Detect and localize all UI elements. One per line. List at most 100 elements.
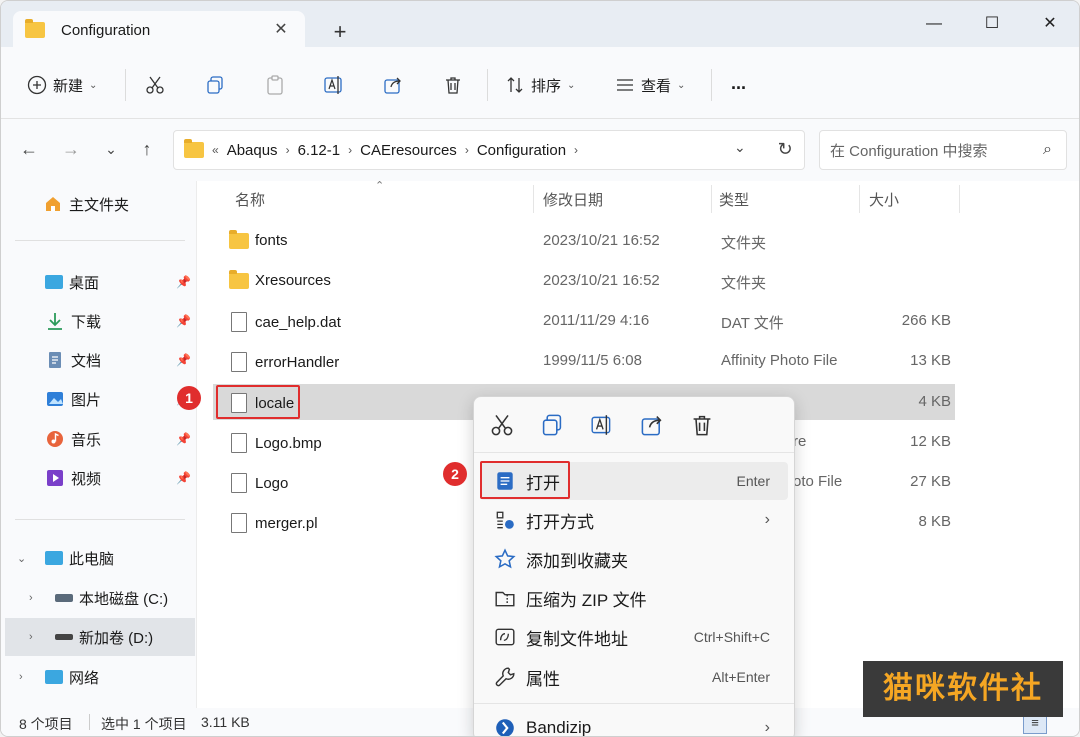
paste-button[interactable] (265, 69, 285, 101)
delete-button[interactable] (443, 69, 463, 101)
sidebar-item-this-pc[interactable]: ⌄ 此电脑 (1, 539, 197, 577)
column-header-name[interactable]: 名称 (235, 189, 265, 210)
chevron-right-icon[interactable]: › (19, 671, 23, 683)
sidebar-item-drive-c[interactable]: › 本地磁盘 (C:) (1, 579, 197, 617)
maximize-button[interactable]: ☐ (969, 9, 1015, 39)
document-icon (49, 352, 61, 368)
context-menu-bandizip[interactable]: Bandizip › (480, 709, 788, 736)
chevron-right-icon[interactable]: › (29, 631, 33, 643)
sidebar-item-videos[interactable]: 视频 📌 (1, 459, 197, 497)
table-row[interactable]: errorHandler 1999/11/5 6:08 Affinity Pho… (215, 343, 955, 379)
file-name-text: Logo.bmp (255, 434, 322, 452)
item-count: 8 个项目 (19, 716, 73, 732)
more-options-button[interactable]: ... (731, 67, 746, 99)
menu-item-label: 添加到收藏夹 (526, 551, 628, 571)
context-menu-add-favorite[interactable]: 添加到收藏夹 (480, 540, 788, 578)
sidebar-item-network[interactable]: › 网络 (1, 658, 197, 696)
file-icon (231, 513, 247, 533)
address-bar[interactable]: « Abaqus › 6.12-1 › CAEresources › Confi… (173, 130, 805, 170)
copy-icon[interactable] (540, 413, 564, 437)
search-icon[interactable]: ⌕ (1043, 141, 1052, 159)
column-divider[interactable] (533, 185, 534, 213)
breadcrumb-caeresources[interactable]: CAEresources (360, 142, 457, 159)
chevron-right-icon[interactable]: › (29, 592, 33, 604)
file-type: 文件夹 (721, 275, 767, 292)
share-icon[interactable] (640, 413, 664, 437)
file-type: Affinity Photo File (721, 352, 838, 369)
sidebar-item-label: 音乐 (71, 431, 102, 449)
chevron-right-icon[interactable]: › (574, 143, 578, 157)
overflow-icon[interactable]: « (212, 143, 219, 157)
file-icon (231, 352, 247, 372)
divider (711, 69, 712, 101)
navigation-pane: 主文件夹 桌面 📌 下载 📌 文档 📌 图片 📌 音乐 📌 (1, 181, 197, 708)
sidebar-item-documents[interactable]: 文档 📌 (1, 341, 197, 379)
menu-item-shortcut: Alt+Enter (712, 669, 770, 685)
close-tab-icon[interactable]: ✕ (271, 20, 291, 40)
chevron-right-icon[interactable]: › (465, 143, 469, 157)
close-window-button[interactable]: ✕ (1027, 9, 1073, 39)
column-divider[interactable] (711, 185, 712, 213)
sidebar-item-music[interactable]: 音乐 📌 (1, 420, 197, 458)
file-size: 266 KB (901, 312, 951, 329)
chevron-right-icon[interactable]: › (286, 143, 290, 157)
file-name: Logo.bmp (229, 433, 322, 453)
breadcrumb-configuration[interactable]: Configuration (477, 142, 566, 159)
pin-icon[interactable]: 📌 (176, 275, 191, 289)
chevron-down-icon[interactable]: ⌄ (17, 552, 26, 565)
sidebar-item-desktop[interactable]: 桌面 📌 (1, 263, 197, 301)
new-tab-button[interactable]: + (327, 19, 353, 45)
refresh-icon[interactable]: ↻ (773, 137, 797, 161)
sidebar-item-downloads[interactable]: 下载 📌 (1, 302, 197, 340)
table-row[interactable]: Xresources 2023/10/21 16:52 文件夹 (215, 263, 955, 299)
cut-button[interactable] (145, 69, 165, 101)
column-header-type[interactable]: 类型 (719, 189, 749, 210)
scissors-icon[interactable] (490, 413, 514, 437)
pin-icon[interactable]: 📌 (176, 353, 191, 367)
share-button[interactable] (383, 69, 403, 101)
up-arrow-icon[interactable]: ↑ (135, 137, 159, 161)
context-menu-open-with[interactable]: 打开方式 › (480, 501, 788, 539)
copy-button[interactable] (205, 69, 225, 101)
context-menu-compress-zip[interactable]: 压缩为 ZIP 文件 (480, 579, 788, 617)
menu-item-shortcut: Ctrl+Shift+C (693, 629, 770, 645)
pin-icon[interactable]: 📌 (176, 314, 191, 328)
forward-arrow-icon[interactable]: → (59, 137, 83, 161)
new-button[interactable]: 新建 ⌄ (27, 69, 97, 101)
context-menu-copy-path[interactable]: 复制文件地址 Ctrl+Shift+C (480, 618, 788, 656)
minimize-button[interactable]: — (911, 9, 957, 39)
column-header-size[interactable]: 大小 (869, 189, 899, 210)
rename-button[interactable] (323, 69, 345, 101)
folder-icon (229, 269, 249, 289)
trash-icon[interactable] (690, 413, 714, 437)
chevron-right-icon[interactable]: › (348, 143, 352, 157)
file-date: 2023/10/21 16:52 (543, 272, 660, 289)
rename-icon[interactable] (590, 413, 614, 437)
breadcrumb-version[interactable]: 6.12-1 (298, 142, 341, 159)
sidebar-item-pictures[interactable]: 图片 📌 (1, 380, 197, 418)
recent-chevron-icon[interactable]: ⌄ (99, 137, 123, 161)
tab-configuration[interactable]: Configuration ✕ (13, 11, 305, 49)
sort-button[interactable]: 排序 ⌄ (505, 69, 575, 101)
sidebar-item-drive-d[interactable]: › 新加卷 (D:) (5, 618, 195, 656)
back-arrow-icon[interactable]: ← (17, 137, 41, 161)
table-row[interactable]: cae_help.dat 2011/11/29 4:16 DAT 文件 266 … (215, 303, 955, 339)
breadcrumb-abaqus[interactable]: Abaqus (227, 142, 278, 159)
table-row[interactable]: fonts 2023/10/21 16:52 文件夹 (215, 223, 955, 259)
address-history-chevron-icon[interactable]: ⌄ (734, 139, 746, 156)
column-header-modified[interactable]: 修改日期 (543, 189, 603, 210)
divider (15, 519, 185, 520)
file-name: cae_help.dat (229, 312, 341, 332)
pin-icon[interactable]: 📌 (176, 432, 191, 446)
column-divider[interactable] (859, 185, 860, 213)
picture-icon (47, 392, 63, 406)
sidebar-item-home[interactable]: 主文件夹 (1, 185, 197, 223)
file-name: fonts (229, 229, 288, 249)
context-menu-properties[interactable]: 属性 Alt+Enter (480, 658, 788, 696)
computer-icon (45, 551, 63, 565)
highlight-box-locale (216, 385, 300, 419)
column-divider[interactable] (959, 185, 960, 213)
search-input[interactable]: 在 Configuration 中搜索 ⌕ (819, 130, 1067, 170)
view-button[interactable]: 查看 ⌄ (615, 69, 685, 101)
pin-icon[interactable]: 📌 (176, 471, 191, 485)
